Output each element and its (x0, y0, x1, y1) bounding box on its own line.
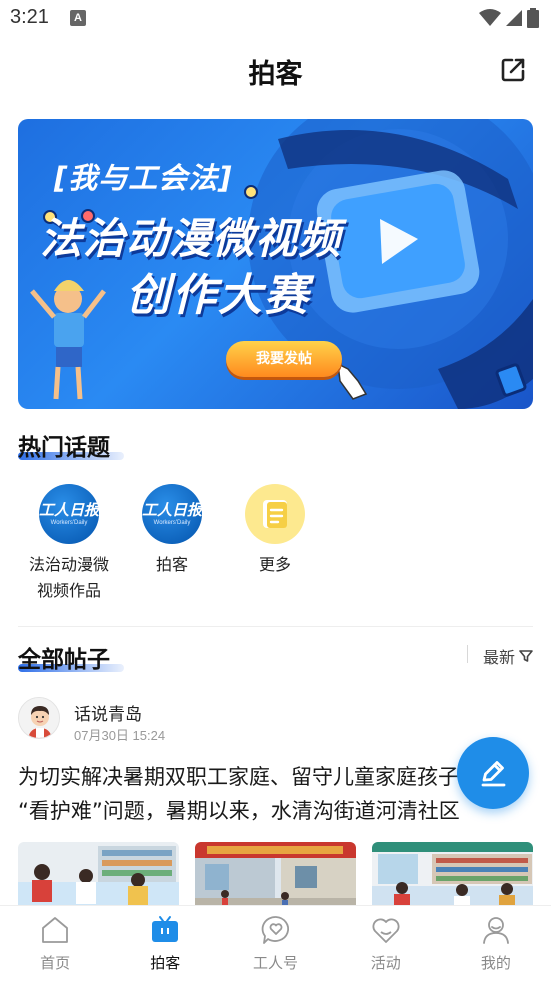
post-content-line2: “看护难”问题，暑期以来，水清沟街道河清社区 (18, 799, 460, 823)
hot-topics-title: 热门话题 (18, 435, 110, 461)
heart-chat-icon (260, 914, 292, 946)
topic-label-line1: 法治动漫微 (28, 555, 109, 574)
logo-subtext: Workers'Daily (153, 519, 191, 526)
tab-workers-account[interactable]: 工人号 (220, 906, 330, 981)
topic-item-more[interactable]: 更多 (223, 484, 327, 578)
library-photo (372, 842, 533, 912)
tab-label: 拍客 (150, 954, 181, 972)
avatar[interactable] (18, 697, 60, 739)
promo-banner[interactable]: [我与工会法] 法治动漫微视频 创作大赛 我要发帖 (18, 119, 533, 409)
post-image-1[interactable] (18, 842, 179, 912)
topic-label-line2: 视频作品 (36, 581, 101, 600)
sort-label: 最新 (482, 648, 515, 667)
bottom-tab-bar: 首页 拍客 工人号 活动 我的 (0, 905, 551, 981)
document-icon (263, 500, 287, 528)
workers-daily-logo: 工人日报 Workers'Daily (39, 484, 99, 544)
logo-text: 工人日报 (142, 500, 203, 519)
topic-label: 拍客 (155, 555, 188, 574)
all-posts-title: 全部帖子 (18, 647, 110, 673)
banner-title-line1: 法治动漫微视频 (40, 214, 342, 263)
share-icon (501, 58, 525, 82)
topic-item-video-works[interactable]: 工人日报 Workers'Daily 法治动漫微 视频作品 (17, 484, 121, 604)
avatar-illustration (19, 698, 59, 738)
classroom-photo (18, 842, 179, 912)
sort-separator (467, 645, 468, 663)
banner-subtitle: [我与工会法] (54, 161, 233, 195)
post-content-line1: 为切实解决暑期双职工家庭、留守儿童家庭孩子 (18, 765, 459, 789)
tab-label: 活动 (370, 954, 401, 972)
status-bar: 3:21 A (0, 0, 551, 38)
post-content[interactable]: 为切实解决暑期双职工家庭、留守儿童家庭孩子 “看护难”问题，暑期以来，水清沟街道… (18, 760, 533, 828)
share-button[interactable] (499, 56, 527, 84)
pencil-icon (481, 761, 506, 787)
tab-activities[interactable]: 活动 (331, 906, 441, 981)
tab-label: 工人号 (253, 954, 299, 972)
topic-label: 法治动漫微 视频作品 (17, 552, 121, 604)
tab-home[interactable]: 首页 (0, 906, 110, 981)
tab-mine[interactable]: 我的 (441, 906, 551, 981)
logo-text: 工人日报 (39, 500, 100, 519)
banner-title-line2: 创作大赛 (126, 270, 310, 321)
battery-icon (527, 8, 539, 28)
home-icon (39, 914, 71, 946)
filter-icon (519, 650, 533, 662)
workers-daily-logo: 工人日报 Workers'Daily (142, 484, 202, 544)
tab-label: 首页 (40, 954, 71, 972)
post-image-2[interactable] (195, 842, 356, 912)
topic-label: 更多 (258, 555, 291, 574)
post-image-3[interactable] (372, 842, 533, 912)
post-now-button[interactable]: 我要发帖 (226, 341, 342, 377)
tv-icon (149, 914, 181, 946)
logo-subtext: Workers'Daily (50, 519, 88, 526)
topic-item-paike[interactable]: 工人日报 Workers'Daily 拍客 (120, 484, 224, 578)
wifi-icon (479, 9, 501, 26)
page-title: 拍客 (248, 59, 303, 90)
heart-icon (370, 914, 402, 946)
compose-post-button[interactable] (457, 737, 529, 809)
notification-icon: A (70, 10, 86, 26)
signal-icon (506, 10, 522, 26)
section-divider (18, 626, 533, 627)
street-photo (195, 842, 356, 912)
sort-filter-button[interactable]: 最新 (483, 644, 533, 668)
status-indicators (479, 8, 539, 28)
more-topics-circle (245, 484, 305, 544)
post-author-name[interactable]: 话说青岛 (74, 700, 142, 725)
status-time: 3:21 (10, 6, 49, 28)
user-icon (480, 914, 512, 946)
header: 拍客 (0, 38, 551, 104)
tab-paike[interactable]: 拍客 (110, 906, 220, 981)
post-timestamp: 07月30日 15:24 (74, 728, 166, 743)
tab-label: 我的 (480, 954, 511, 972)
